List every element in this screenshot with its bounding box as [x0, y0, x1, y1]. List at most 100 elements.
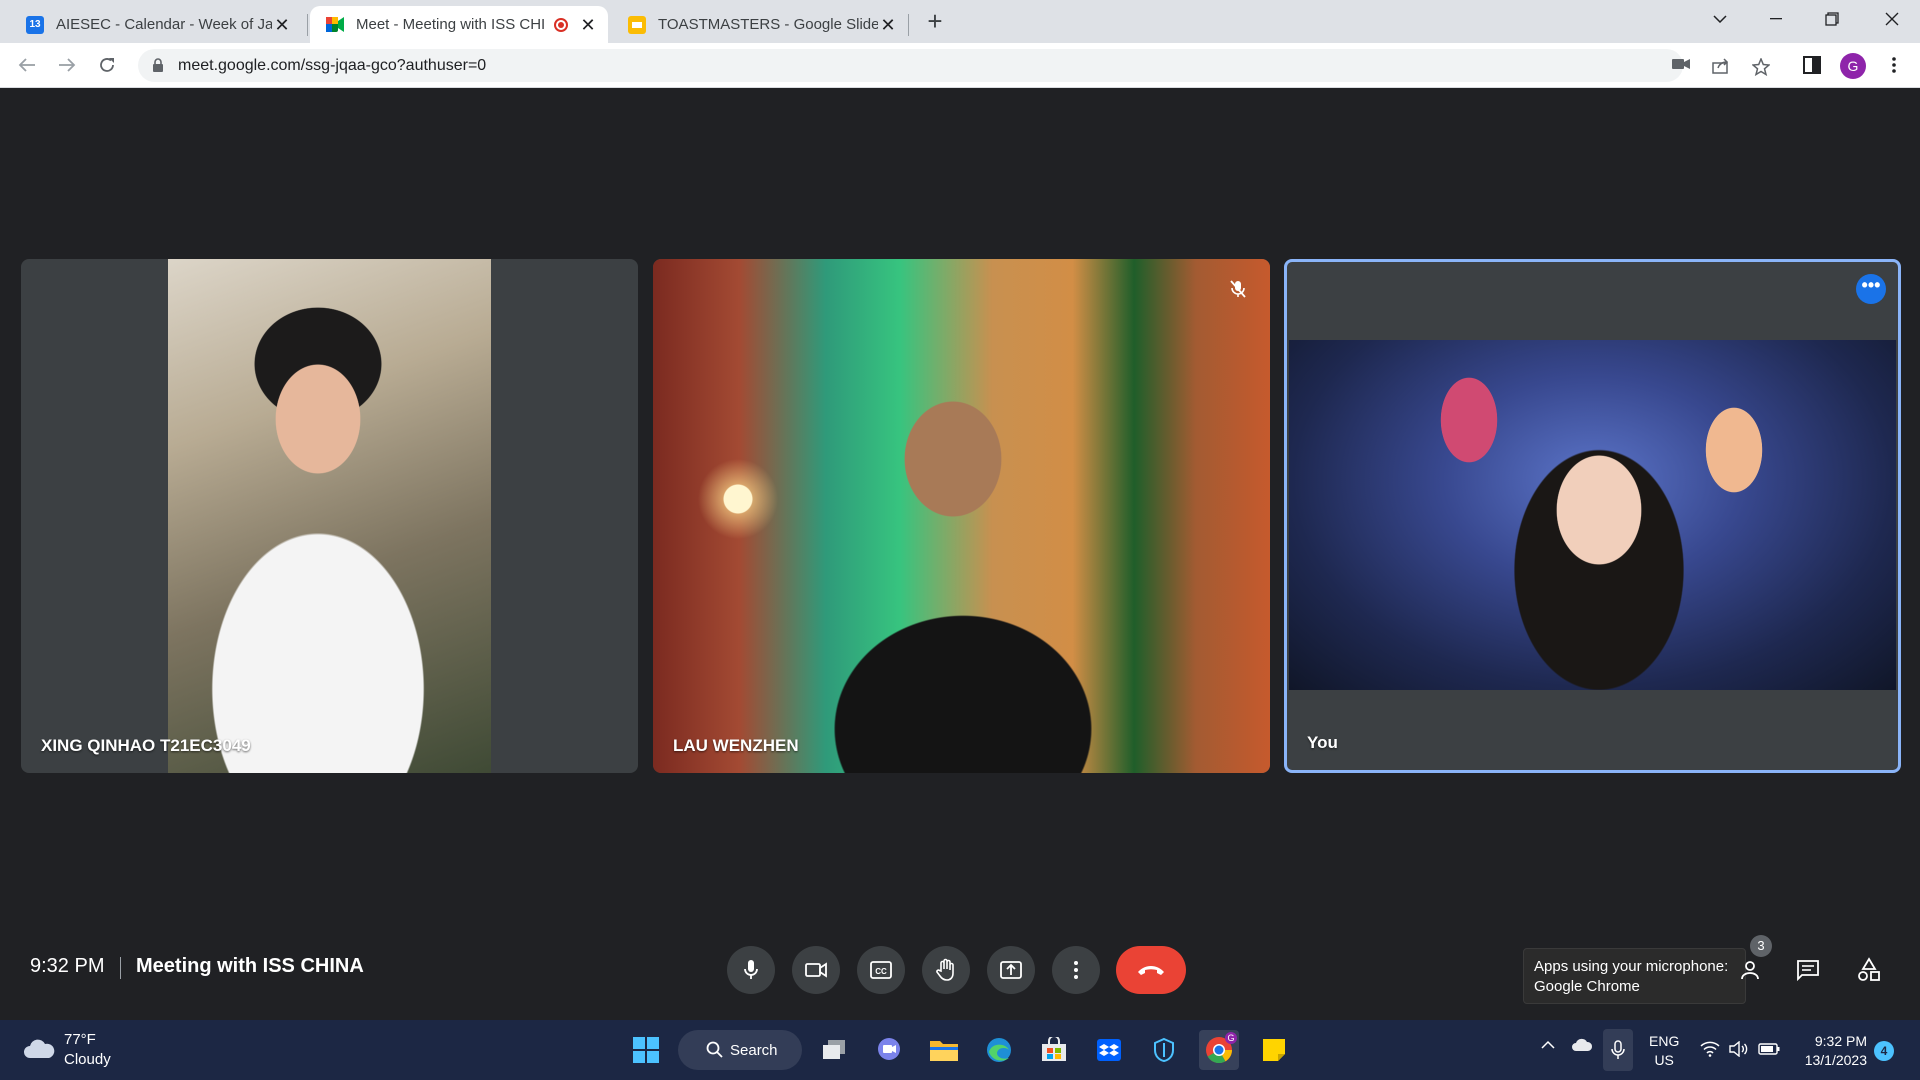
more-vert-icon — [1074, 961, 1078, 979]
microsoft-store-button[interactable] — [1034, 1030, 1074, 1070]
lock-icon[interactable] — [152, 58, 164, 72]
chat-button[interactable] — [1791, 953, 1825, 987]
chat-icon — [1797, 960, 1819, 982]
weather-condition[interactable]: Cloudy — [64, 1051, 111, 1068]
wifi-icon[interactable] — [1700, 1041, 1720, 1060]
new-tab-button[interactable]: + — [921, 8, 949, 36]
tab-slides[interactable]: TOASTMASTERS - Google Slides ✕ — [612, 6, 908, 43]
hand-icon — [936, 958, 954, 981]
cloud-icon[interactable] — [22, 1038, 56, 1060]
camera-in-use-icon[interactable] — [1672, 58, 1690, 74]
captions-icon: CC — [870, 961, 892, 979]
calendar-icon: 13 — [26, 15, 44, 34]
clock-time: 9:32 PM — [1814, 1033, 1867, 1049]
dropbox-button[interactable] — [1089, 1030, 1129, 1070]
language-code: ENG — [1649, 1033, 1680, 1049]
url-text[interactable]: meet.google.com/ssg-jqaa-gco?authuser=0 — [178, 57, 486, 75]
tab-search-button[interactable] — [1692, 0, 1748, 38]
leave-call-button[interactable] — [1116, 946, 1186, 994]
microphone-button[interactable] — [727, 946, 775, 994]
file-explorer-button[interactable] — [924, 1030, 964, 1070]
divider — [120, 957, 121, 979]
close-tab-icon[interactable]: ✕ — [578, 15, 598, 35]
profile-avatar[interactable]: G — [1840, 53, 1866, 79]
store-icon — [1042, 1037, 1066, 1061]
participant-video — [653, 259, 1270, 773]
input-language[interactable]: ENG US — [1649, 1032, 1679, 1070]
restore-button[interactable] — [1804, 0, 1860, 38]
meet-icon — [326, 16, 344, 34]
camera-button[interactable] — [792, 946, 840, 994]
svg-text:CC: CC — [875, 967, 887, 976]
people-button[interactable] — [1736, 953, 1770, 987]
recording-icon — [554, 17, 568, 32]
participant-name: XING QINHAO T21EC3049 — [41, 736, 251, 755]
weather-temperature[interactable]: 77°F — [64, 1031, 96, 1048]
notification-badge[interactable]: 4 — [1874, 1041, 1894, 1061]
tab-divider — [307, 14, 308, 36]
microphone-in-use-tray[interactable] — [1603, 1029, 1633, 1071]
people-icon — [1741, 961, 1759, 980]
more-options-icon[interactable]: ••• — [1856, 274, 1886, 304]
tab-calendar[interactable]: 13 AIESEC - Calendar - Week of Janu ✕ — [10, 6, 302, 43]
taskbar-search[interactable]: Search — [678, 1030, 802, 1070]
edge-button[interactable] — [979, 1030, 1019, 1070]
reload-button[interactable] — [93, 51, 121, 79]
browser-tab-strip: 13 AIESEC - Calendar - Week of Janu ✕ Me… — [0, 0, 1920, 43]
close-window-button[interactable] — [1864, 0, 1920, 38]
meeting-title: Meeting with ISS CHINA — [136, 955, 364, 977]
minimize-button[interactable] — [1748, 0, 1804, 38]
tab-title: TOASTMASTERS - Google Slides — [658, 16, 878, 33]
mic-off-icon — [1230, 280, 1246, 298]
share-icon[interactable] — [1712, 58, 1730, 74]
close-tab-icon[interactable]: ✕ — [878, 15, 898, 35]
microphone-icon — [744, 960, 758, 979]
search-label: Search — [730, 1041, 778, 1059]
forward-button[interactable] — [53, 51, 81, 79]
show-hidden-icons[interactable] — [1541, 1037, 1555, 1053]
bookmark-star-icon[interactable] — [1751, 57, 1771, 77]
tooltip-line: Google Chrome — [1534, 978, 1640, 995]
participant-tile[interactable]: LAU WENZHEN — [653, 259, 1270, 773]
raise-hand-button[interactable] — [922, 946, 970, 994]
taskbar-clock[interactable]: 9:32 PM 13/1/2023 — [1795, 1032, 1867, 1070]
chrome-button[interactable]: G — [1199, 1030, 1239, 1070]
slides-icon — [628, 15, 646, 34]
shield-icon — [1154, 1037, 1174, 1063]
volume-icon[interactable] — [1729, 1040, 1749, 1060]
more-options-button[interactable] — [1052, 946, 1100, 994]
address-bar[interactable]: meet.google.com/ssg-jqaa-gco?authuser=0 — [138, 49, 1771, 82]
activities-icon — [1858, 957, 1880, 981]
sticky-notes-icon — [1263, 1039, 1285, 1061]
present-button[interactable] — [987, 946, 1035, 994]
people-count-badge: 3 — [1750, 935, 1772, 957]
battery-icon[interactable] — [1758, 1042, 1780, 1058]
microphone-usage-tooltip: Apps using your microphone: Google Chrom… — [1523, 948, 1746, 1004]
participant-video — [1289, 340, 1896, 690]
side-panel-icon[interactable] — [1800, 53, 1824, 77]
close-tab-icon[interactable]: ✕ — [272, 15, 292, 35]
start-button[interactable] — [626, 1030, 666, 1070]
meeting-time: 9:32 PM — [30, 955, 105, 977]
chrome-profile-badge: G — [1225, 1032, 1237, 1044]
dropbox-icon — [1097, 1039, 1121, 1061]
sticky-notes-button[interactable] — [1254, 1030, 1294, 1070]
task-view-button[interactable] — [814, 1030, 854, 1070]
back-button[interactable] — [13, 51, 41, 79]
chrome-menu-icon[interactable] — [1882, 53, 1906, 77]
tab-meet[interactable]: Meet - Meeting with ISS CHI ✕ — [310, 6, 608, 43]
security-app-button[interactable] — [1144, 1030, 1184, 1070]
activities-button[interactable] — [1852, 953, 1886, 987]
camera-icon — [805, 962, 827, 978]
task-view-icon — [823, 1040, 845, 1059]
participant-tile[interactable]: XING QINHAO T21EC3049 — [21, 259, 638, 773]
onedrive-icon[interactable] — [1571, 1038, 1593, 1055]
search-icon — [706, 1041, 723, 1058]
teams-chat-icon — [878, 1038, 900, 1060]
captions-button[interactable]: CC — [857, 946, 905, 994]
participant-tile-self[interactable]: ••• You — [1284, 259, 1901, 773]
clock-date: 13/1/2023 — [1804, 1052, 1867, 1068]
hang-up-icon — [1138, 966, 1164, 975]
tab-title: AIESEC - Calendar - Week of Janu — [56, 16, 272, 33]
teams-chat-button[interactable] — [869, 1030, 909, 1070]
